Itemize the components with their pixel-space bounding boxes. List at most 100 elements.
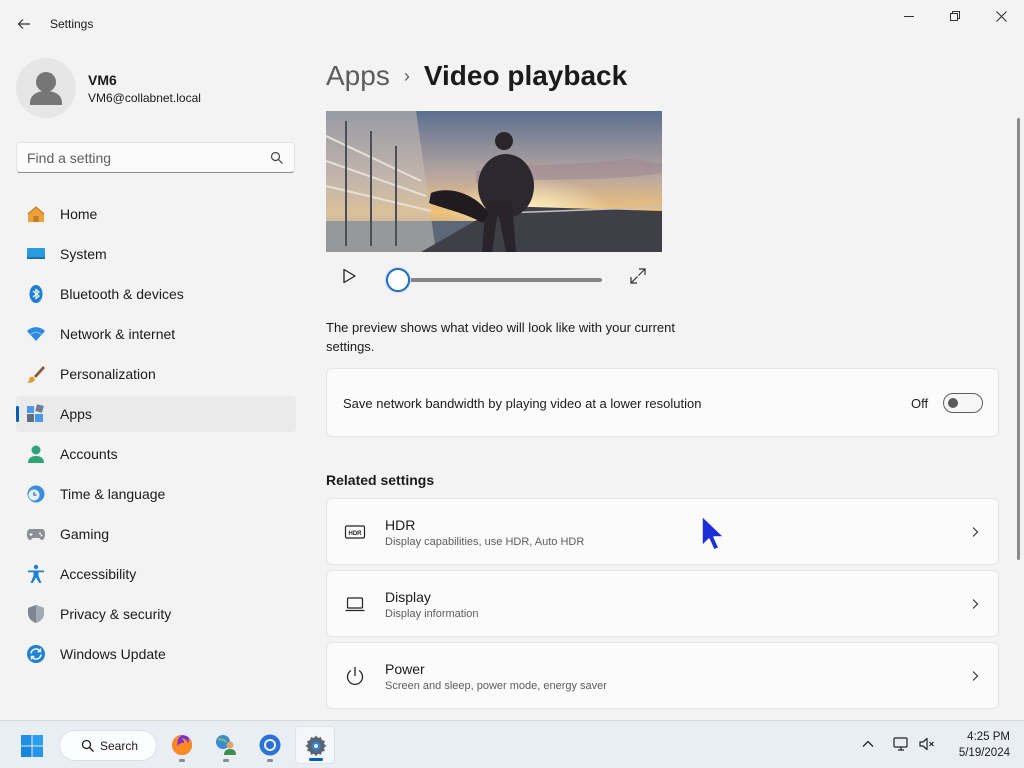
taskbar-app-people[interactable]	[206, 726, 246, 764]
update-icon	[27, 645, 45, 663]
breadcrumb-parent[interactable]: Apps	[326, 60, 390, 92]
taskbar-search[interactable]: Search	[59, 730, 157, 761]
settings-gear-icon	[305, 735, 327, 757]
seek-slider[interactable]	[398, 278, 602, 282]
gamepad-icon	[27, 529, 45, 540]
wifi-icon	[27, 327, 45, 341]
seek-slider-thumb[interactable]	[386, 268, 410, 292]
profile-name: VM6	[88, 72, 117, 88]
network-icon[interactable]	[892, 735, 910, 753]
sidebar-item-label: Bluetooth & devices	[60, 286, 184, 302]
close-button[interactable]	[978, 0, 1024, 32]
clock-globe-icon	[27, 485, 45, 503]
volume-muted-icon[interactable]	[918, 735, 936, 753]
search-box[interactable]	[16, 142, 295, 173]
related-item-subtitle: Display capabilities, use HDR, Auto HDR	[385, 536, 585, 548]
title-bar: Settings	[0, 0, 1024, 48]
sidebar-item-windows-update[interactable]: Windows Update	[16, 636, 296, 672]
minimize-button[interactable]	[886, 0, 932, 32]
back-arrow-icon	[17, 19, 30, 29]
profile-email: VM6@collabnet.local	[88, 91, 201, 105]
sidebar-item-apps[interactable]: Apps	[16, 396, 296, 432]
avatar[interactable]	[16, 58, 76, 118]
app-title: Settings	[50, 17, 94, 31]
system-icon	[27, 248, 45, 259]
svg-text:HDR: HDR	[349, 531, 363, 537]
related-item-title: Display	[385, 589, 431, 605]
sidebar-item-label: Gaming	[60, 526, 110, 542]
running-indicator	[179, 759, 185, 762]
sidebar-item-system[interactable]: System	[16, 236, 296, 272]
user-avatar-icon	[30, 72, 62, 105]
bandwidth-toggle[interactable]	[943, 393, 983, 413]
video-preview[interactable]	[326, 111, 662, 252]
taskbar-app-chrome[interactable]	[250, 726, 290, 764]
firefox-icon	[172, 735, 192, 755]
related-item-subtitle: Screen and sleep, power mode, energy sav…	[385, 680, 607, 692]
video-preview-image	[326, 111, 662, 252]
sidebar-item-label: Accounts	[60, 446, 118, 462]
sidebar-item-privacy[interactable]: Privacy & security	[16, 596, 296, 632]
active-app-indicator	[309, 758, 323, 761]
sidebar-item-gaming[interactable]: Gaming	[16, 516, 296, 552]
toggle-state-label: Off	[911, 396, 929, 411]
accessibility-icon	[28, 564, 44, 583]
breadcrumb: Apps › Video playback	[326, 58, 627, 94]
related-item-display[interactable]: Display Display information	[326, 570, 999, 637]
sidebar-item-personalization[interactable]: Personalization	[16, 356, 296, 392]
chevron-up-icon[interactable]	[860, 737, 876, 751]
taskbar-app-settings[interactable]	[295, 726, 335, 764]
restore-button[interactable]	[932, 0, 978, 32]
accounts-icon	[28, 445, 44, 463]
play-button[interactable]	[338, 265, 362, 289]
chevron-right-icon	[972, 527, 979, 537]
taskbar: Search 4:25 PM 5/19/2024	[0, 720, 1024, 768]
sidebar-item-accounts[interactable]: Accounts	[16, 436, 296, 472]
search-icon[interactable]	[270, 151, 284, 165]
running-indicator	[267, 759, 273, 762]
minimize-icon	[904, 16, 914, 17]
related-item-hdr[interactable]: HDR HDR Display capabilities, use HDR, A…	[326, 498, 999, 565]
related-item-title: HDR	[385, 517, 416, 533]
system-clock[interactable]: 4:25 PM 5/19/2024	[940, 729, 1010, 761]
related-item-power[interactable]: Power Screen and sleep, power mode, ener…	[326, 642, 999, 709]
power-icon	[346, 667, 364, 685]
sidebar-item-label: Privacy & security	[60, 606, 172, 622]
bluetooth-icon	[29, 285, 43, 303]
toggle-knob	[948, 398, 958, 408]
chrome-icon	[259, 734, 281, 756]
related-settings-heading: Related settings	[326, 472, 435, 488]
sidebar-item-home[interactable]: Home	[16, 196, 296, 232]
home-icon	[27, 206, 45, 222]
sidebar-item-label: Home	[60, 206, 98, 222]
shield-icon	[28, 605, 44, 623]
sidebar-item-network[interactable]: Network & internet	[16, 316, 296, 352]
related-item-title: Power	[385, 661, 425, 677]
sidebar-item-label: Windows Update	[60, 646, 166, 662]
fullscreen-icon	[630, 268, 646, 284]
close-icon	[995, 10, 1007, 22]
sidebar-item-label: Accessibility	[60, 566, 137, 582]
sidebar-item-label: Apps	[60, 406, 92, 422]
taskbar-app-firefox[interactable]	[162, 726, 202, 764]
preview-description: The preview shows what video will look l…	[326, 320, 675, 354]
clock-date: 5/19/2024	[958, 747, 1010, 759]
back-button[interactable]	[10, 12, 38, 36]
bandwidth-setting-card: Save network bandwidth by playing video …	[326, 368, 999, 437]
chevron-right-icon	[972, 671, 979, 681]
hdr-icon: HDR	[344, 525, 366, 539]
sidebar-item-bluetooth[interactable]: Bluetooth & devices	[16, 276, 296, 312]
clock-time: 4:25 PM	[967, 731, 1010, 743]
sidebar-item-time-language[interactable]: Time & language	[16, 476, 296, 512]
bandwidth-setting-label: Save network bandwidth by playing video …	[343, 396, 702, 411]
related-item-subtitle: Display information	[385, 608, 479, 620]
sidebar-item-accessibility[interactable]: Accessibility	[16, 556, 296, 592]
sidebar-item-label: Time & language	[60, 486, 166, 502]
scrollbar[interactable]	[1017, 118, 1020, 560]
search-input[interactable]	[27, 149, 267, 167]
page-title: Video playback	[423, 60, 628, 91]
windows-start-icon[interactable]	[20, 734, 44, 758]
sidebar-item-label: Personalization	[60, 366, 156, 382]
selection-indicator	[16, 406, 19, 422]
fullscreen-button[interactable]	[628, 266, 648, 286]
